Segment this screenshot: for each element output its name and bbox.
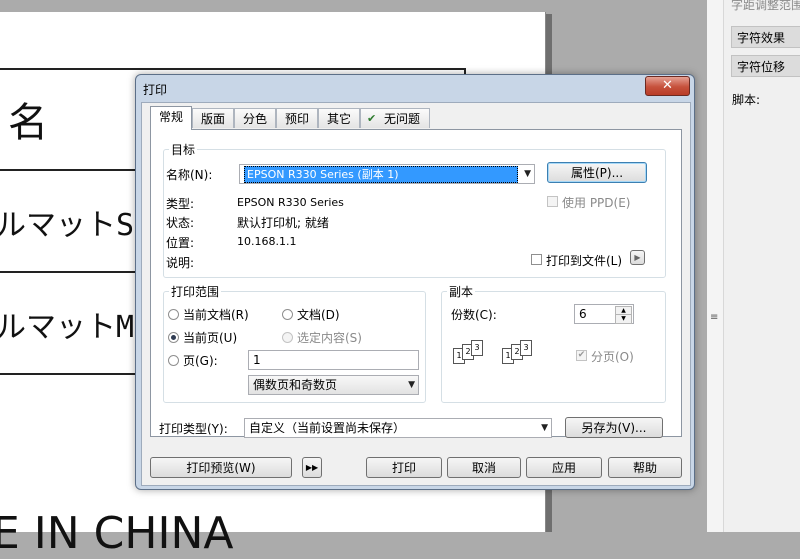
dialog-title: 打印 [143,83,168,97]
dialog-body: 常规 版面 分色 预印 其它 ✔ 无问题 目标 名称(N): EPSON R33… [141,102,691,486]
print-dialog: 打印 ✕ 常规 版面 分色 预印 其它 ✔ 无问题 目标 名称(N): EPSO… [135,74,695,490]
type-label: 类型: [166,197,195,211]
save-as-button[interactable]: 另存为(V)... [565,417,663,438]
page-set-value: 偶数页和奇数页 [253,378,338,392]
tab-misc[interactable]: 其它 [318,108,360,128]
tab-character-offset[interactable]: 字符位移 [731,55,800,77]
collate-label: 分页(O) [591,350,634,364]
comment-label: 说明: [166,256,195,270]
tab-no-issues-label: 无问题 [383,112,420,126]
current-document-radio[interactable] [168,309,179,320]
general-tab-panel: 目标 名称(N): EPSON R330 Series (副本 1) ▼ 属性(… [150,129,682,438]
copies-legend: 副本 [447,283,476,300]
spin-down-icon[interactable]: ▼ [615,314,632,324]
collate-checkbox[interactable]: ✔ [576,350,587,361]
selection-label: 选定内容(S) [297,331,362,345]
copies-value: 6 [579,307,587,321]
script-label: 脚本: [732,93,761,107]
print-range-legend: 打印范围 [169,283,222,300]
print-type-label: 打印类型(Y): [159,422,228,436]
copies-count-label: 份数(C): [451,308,497,322]
type-value: EPSON R330 Series [237,196,344,209]
chevron-down-icon: ▼ [408,380,415,390]
expand-preview-icon[interactable]: ▶▶ [302,457,322,478]
tab-character-effects[interactable]: 字符效果 [731,26,800,48]
printer-select[interactable]: EPSON R330 Series (副本 1) ▼ [239,164,535,184]
status-label: 状态: [166,216,195,230]
close-button[interactable]: ✕ [645,76,690,96]
documents-label: 文档(D) [297,308,340,322]
current-page-label: 当前页(U) [183,331,238,345]
printer-value: EPSON R330 Series (副本 1) [244,166,518,183]
print-range-group: 打印范围 当前文档(R) 文档(D) 当前页(U) 选定内容(S) 页(G): … [163,283,426,403]
tab-layout[interactable]: 版面 [192,108,234,128]
table-line [0,68,466,70]
use-ppd-label: 使用 PPD(E) [562,196,631,210]
current-document-label: 当前文档(R) [183,308,249,322]
grip-icon[interactable]: ≡ [710,312,718,323]
side-top-label: 字距调整范围 [731,0,800,12]
chevron-down-icon: ▼ [541,423,548,433]
print-button[interactable]: 打印 [366,457,442,478]
doc-bottom-text: E IN CHINA [0,508,234,559]
tab-separations[interactable]: 分色 [234,108,276,128]
current-page-radio[interactable] [168,332,179,343]
pages-label: 页(G): [183,354,218,368]
file-options-arrow-icon[interactable]: ▶ [630,250,645,265]
use-ppd-checkbox[interactable] [547,196,558,207]
print-to-file-label: 打印到文件(L) [546,254,623,268]
copies-group: 副本 份数(C): 6 ▲ ▼ 1 2 3 1 2 3 ✔ 分页(O) [441,283,666,403]
properties-button[interactable]: 属性(P)... [547,162,647,183]
destination-legend: 目标 [169,141,198,158]
pages-radio[interactable] [168,355,179,366]
check-icon: ✔ [367,112,377,125]
tab-general[interactable]: 常规 [150,106,192,130]
help-button[interactable]: 帮助 [608,457,682,478]
doc-cell-text: 名 [8,100,48,146]
print-type-select[interactable]: 自定义（当前设置尚未保存） ▼ [244,418,552,438]
copies-input[interactable]: 6 ▲ ▼ [574,304,634,324]
selection-radio[interactable] [282,332,293,343]
print-preview-button[interactable]: 打印预览(W) [150,457,292,478]
status-value: 默认打印机; 就绪 [237,216,329,230]
side-scrollbar[interactable] [707,0,724,532]
page-set-select[interactable]: 偶数页和奇数页 ▼ [248,375,419,395]
print-type-value: 自定义（当前设置尚未保存） [249,421,406,435]
chevron-down-icon: ▼ [524,169,531,179]
destination-group: 目标 名称(N): EPSON R330 Series (副本 1) ▼ 属性(… [163,141,666,278]
tab-no-issues[interactable]: ✔ 无问题 [360,108,430,128]
tab-prepress[interactable]: 预印 [276,108,318,128]
cancel-button[interactable]: 取消 [447,457,521,478]
pages-input[interactable]: 1 [248,350,419,370]
name-label: 名称(N): [166,168,213,182]
location-value: 10.168.1.1 [237,235,297,248]
location-label: 位置: [166,236,195,250]
documents-radio[interactable] [282,309,293,320]
print-to-file-checkbox[interactable] [531,254,542,265]
apply-button[interactable]: 应用 [526,457,602,478]
